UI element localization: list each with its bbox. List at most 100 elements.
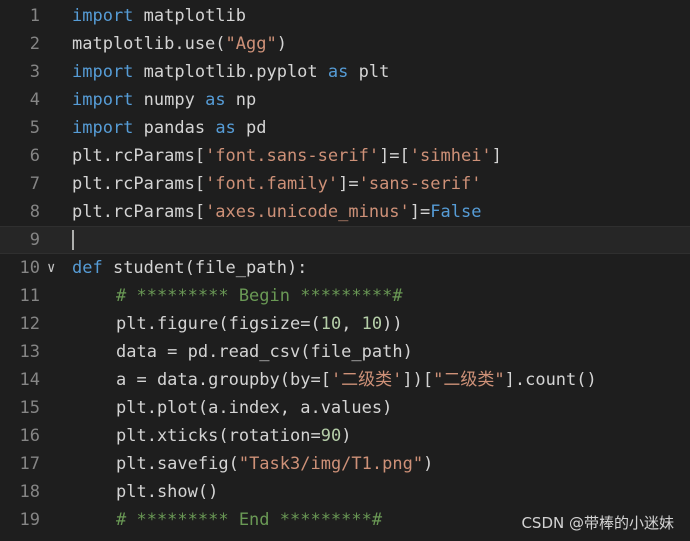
text-cursor: [72, 230, 74, 250]
code-token: plt: [348, 62, 390, 82]
line-code: import matplotlib: [72, 2, 690, 30]
code-token: plt.show(): [116, 482, 219, 502]
line-code: plt.rcParams['axes.unicode_minus']=False: [72, 198, 690, 226]
code-line[interactable]: 5 import pandas as pd: [0, 114, 690, 142]
code-line[interactable]: 11 # ********* Begin *********#: [0, 282, 690, 310]
indent-guide: [72, 506, 116, 534]
code-token: plt.rcParams[: [72, 202, 206, 222]
indent-guide: [72, 310, 116, 338]
code-line[interactable]: 3 import matplotlib.pyplot as plt: [0, 58, 690, 86]
code-token: False: [430, 202, 482, 222]
line-code: data = pd.read_csv(file_path): [72, 338, 690, 366]
code-token: pandas: [133, 118, 216, 138]
line-code: import pandas as pd: [72, 114, 690, 142]
line-number: 12: [19, 314, 40, 334]
code-token: ]=: [409, 202, 431, 222]
code-token: ])[: [402, 370, 434, 390]
indent-guide: [72, 422, 116, 450]
code-token: import: [72, 118, 134, 138]
code-token: import: [72, 90, 134, 110]
code-token: student(file_path):: [102, 258, 308, 278]
line-number: 16: [19, 426, 40, 446]
line-code: # ********* Begin *********#: [72, 282, 690, 310]
indent-guide: [72, 282, 116, 310]
code-token: 10: [361, 314, 383, 334]
code-token: pd: [235, 118, 267, 138]
code-line[interactable]: 16 plt.xticks(rotation=90): [0, 422, 690, 450]
line-code: plt.rcParams['font.family']='sans-serif': [72, 170, 690, 198]
code-line[interactable]: 9: [0, 226, 690, 254]
code-line[interactable]: 15 plt.plot(a.index, a.values): [0, 394, 690, 422]
line-number: 6: [29, 146, 40, 166]
code-token: ].count(): [504, 370, 597, 390]
line-code: plt.plot(a.index, a.values): [72, 394, 690, 422]
code-line[interactable]: 14 a = data.groupby(by=['二级类'])["二级类"].co…: [0, 366, 690, 394]
code-token: 90: [320, 426, 342, 446]
code-line[interactable]: 13 data = pd.read_csv(file_path): [0, 338, 690, 366]
code-token: 'font.family': [205, 174, 339, 194]
code-token: ]=[: [379, 146, 410, 166]
code-token: numpy: [133, 90, 206, 110]
code-token: 'simhei': [409, 146, 492, 166]
code-line[interactable]: 7 plt.rcParams['font.family']='sans-serif…: [0, 170, 690, 198]
line-number: 7: [29, 174, 40, 194]
code-line[interactable]: 4 import numpy as np: [0, 86, 690, 114]
code-token: plt.xticks(rotation=: [116, 426, 321, 446]
code-token: def: [72, 258, 103, 278]
line-number: 14: [19, 370, 40, 390]
line-code: import matplotlib.pyplot as plt: [72, 58, 690, 86]
indent-guide: [72, 366, 116, 394]
code-token: 'font.sans-serif': [205, 146, 380, 166]
code-token: data = pd.read_csv(file_path): [116, 342, 413, 362]
code-line[interactable]: 17 plt.savefig("Task3/img/T1.png"): [0, 450, 690, 478]
line-number: 10: [19, 258, 40, 278]
line-code: def student(file_path):: [72, 254, 690, 282]
line-number: 18: [19, 482, 40, 502]
code-token: as: [327, 62, 349, 82]
line-number: 13: [19, 342, 40, 362]
fold-chevron-icon[interactable]: ∨: [47, 254, 63, 282]
code-token: ]=: [338, 174, 359, 194]
line-code: a = data.groupby(by=['二级类'])["二级类"].coun…: [72, 366, 690, 394]
line-number: 3: [29, 62, 40, 82]
line-number: 2: [29, 34, 40, 54]
code-token: # ********* End *********#: [116, 510, 383, 530]
line-number: 5: [29, 118, 40, 138]
line-number: 15: [19, 398, 40, 418]
line-number: 19: [19, 510, 40, 530]
code-token: "Task3/img/T1.png": [238, 454, 424, 474]
indent-guide: [72, 478, 116, 506]
code-token: ): [423, 454, 434, 474]
code-token: plt.rcParams[: [72, 146, 206, 166]
code-line[interactable]: 10 ∨ def student(file_path):: [0, 254, 690, 282]
line-code: plt.savefig("Task3/img/T1.png"): [72, 450, 690, 478]
code-token: 10: [320, 314, 342, 334]
line-code: plt.xticks(rotation=90): [72, 422, 690, 450]
code-line[interactable]: 18 plt.show(): [0, 478, 690, 506]
code-token: matplotlib.pyplot: [133, 62, 328, 82]
line-number: 1: [29, 6, 40, 26]
code-token: plt.rcParams[: [72, 174, 206, 194]
line-code: plt.show(): [72, 478, 690, 506]
line-code: plt.figure(figsize=(10, 10)): [72, 310, 690, 338]
code-token: # ********* Begin *********#: [116, 286, 403, 306]
code-line[interactable]: 6 plt.rcParams['font.sans-serif']=['simhe…: [0, 142, 690, 170]
code-token: 'sans-serif': [358, 174, 482, 194]
code-line[interactable]: 12 plt.figure(figsize=(10, 10)): [0, 310, 690, 338]
code-token: "二级类": [433, 370, 505, 390]
line-number: 4: [29, 90, 40, 110]
code-line[interactable]: 2 matplotlib.use("Agg"): [0, 30, 690, 58]
code-token: np: [225, 90, 257, 110]
indent-guide: [72, 394, 116, 422]
code-token: plt.figure(figsize=(: [116, 314, 321, 334]
code-line[interactable]: 8 plt.rcParams['axes.unicode_minus']=Fals…: [0, 198, 690, 226]
code-token: "Agg": [225, 34, 277, 54]
code-token: ,: [341, 314, 362, 334]
code-token: ]: [491, 146, 502, 166]
line-number: 11: [19, 286, 40, 306]
code-line[interactable]: 1 import matplotlib: [0, 2, 690, 30]
code-editor[interactable]: 1 import matplotlib 2 matplotlib.use("Agg")…: [0, 0, 690, 541]
code-token: as: [215, 118, 236, 138]
code-token: )): [382, 314, 403, 334]
line-code: [72, 227, 690, 253]
